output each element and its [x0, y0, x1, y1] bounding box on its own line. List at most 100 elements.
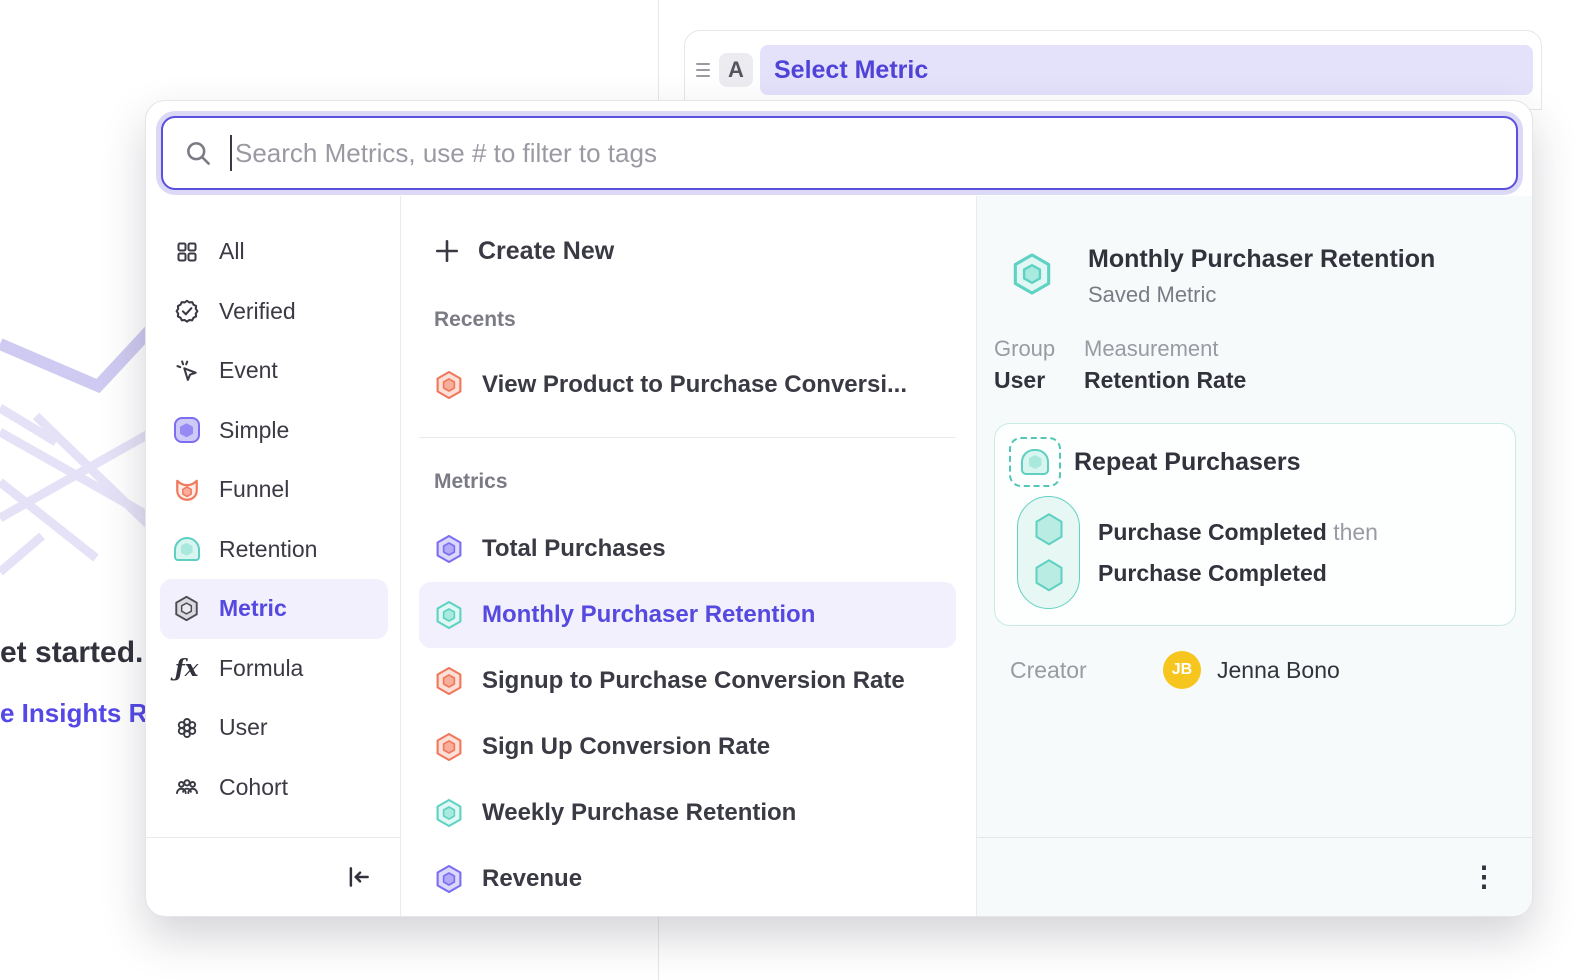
metric-item-monthly-purchaser-retention[interactable]: Monthly Purchaser Retention: [419, 582, 956, 648]
steps-capsule: [1017, 496, 1080, 609]
detail-footer: ⋮: [977, 837, 1532, 916]
detail-header: Monthly Purchaser Retention Saved Metric: [994, 244, 1516, 308]
metric-item-revenue[interactable]: Revenue: [419, 846, 956, 912]
sidebar-item-cohort[interactable]: Cohort: [160, 758, 388, 818]
sidebar-item-label: All: [219, 238, 245, 265]
cohort-people-icon: [173, 774, 200, 801]
metric-detail-panel: Monthly Purchaser Retention Saved Metric…: [977, 196, 1532, 916]
create-new-button[interactable]: Create New: [419, 222, 956, 280]
definition-step-1: Purchase Completed then: [1098, 512, 1378, 553]
retention-hexagon-icon: [1010, 250, 1054, 298]
metric-item-label: Signup to Purchase Conversion Rate: [482, 667, 905, 695]
text-caret: [230, 135, 232, 171]
metric-item-sign-up-conversion[interactable]: Sign Up Conversion Rate: [419, 714, 956, 780]
group-value: User: [994, 364, 1084, 394]
modal-body: All Verified: [146, 196, 1532, 916]
retention-arch-icon: [173, 536, 200, 563]
event-hexagon-icon: [434, 534, 464, 564]
select-metric-row: A Select Metric: [684, 30, 1542, 110]
metric-definition-card: Repeat Purchasers Purchase Comp: [994, 423, 1516, 626]
sidebar-item-funnel[interactable]: Funnel: [160, 460, 388, 520]
formula-fx-icon: ƒx: [173, 655, 200, 682]
sidebar-item-label: Event: [219, 357, 278, 384]
measurement-label: Measurement: [1084, 336, 1246, 364]
funnel-hexagon-icon: [434, 732, 464, 762]
collapse-left-icon[interactable]: [346, 864, 372, 890]
metric-item-label: Sign Up Conversion Rate: [482, 733, 770, 761]
select-metric-button[interactable]: Select Metric: [760, 45, 1533, 95]
creator-name: Jenna Bono: [1217, 657, 1340, 684]
sidebar-item-simple[interactable]: Simple: [160, 401, 388, 461]
group-label: Group: [994, 336, 1084, 364]
simple-metric-icon: [173, 417, 200, 444]
sidebar-item-event[interactable]: Event: [160, 341, 388, 401]
metric-item-label: Weekly Purchase Retention: [482, 799, 796, 827]
sidebar-item-all[interactable]: All: [160, 222, 388, 282]
sidebar-item-metric[interactable]: Metric: [160, 579, 388, 639]
sidebar-item-verified[interactable]: Verified: [160, 282, 388, 342]
metric-picker-modal: All Verified: [145, 100, 1533, 917]
insights-report-link[interactable]: e Insights Re: [0, 698, 162, 729]
metric-list-column: Create New Recents View Product to Purch…: [401, 196, 977, 916]
filter-sidebar: All Verified: [146, 196, 401, 916]
retention-hexagon-icon: [434, 600, 464, 630]
metric-item-total-purchases[interactable]: Total Purchases: [419, 516, 956, 582]
create-new-label: Create New: [478, 237, 614, 266]
sidebar-item-label: Simple: [219, 417, 289, 444]
metric-item-label: Revenue: [482, 865, 582, 893]
detail-title: Monthly Purchaser Retention: [1088, 244, 1435, 274]
recent-item[interactable]: View Product to Purchase Conversi...: [419, 352, 956, 418]
event-hexagon-icon: [434, 864, 464, 894]
detail-content: Monthly Purchaser Retention Saved Metric…: [977, 196, 1532, 690]
definition-header: Repeat Purchasers: [1009, 437, 1501, 487]
metric-item-signup-to-purchase[interactable]: Signup to Purchase Conversion Rate: [419, 648, 956, 714]
recents-section-label: Recents: [419, 306, 956, 334]
series-letter-badge: A: [719, 53, 753, 87]
definition-name: Repeat Purchasers: [1074, 448, 1301, 477]
detail-subtitle: Saved Metric: [1088, 282, 1435, 308]
funnel-hexagon-icon: [434, 370, 464, 400]
sidebar-item-label: Metric: [219, 595, 287, 622]
search-bar[interactable]: [161, 116, 1518, 190]
get-started-text: et started.: [0, 636, 143, 670]
sidebar-footer: [146, 837, 400, 916]
sidebar-item-label: Funnel: [219, 476, 289, 503]
definition-step-2: Purchase Completed: [1098, 553, 1378, 594]
retention-definition-icon: [1009, 437, 1061, 487]
recent-item-label: View Product to Purchase Conversi...: [482, 371, 907, 399]
list-divider: [419, 437, 956, 438]
sidebar-item-retention[interactable]: Retention: [160, 520, 388, 580]
search-icon: [185, 140, 212, 167]
user-cluster-icon: [173, 714, 200, 741]
creator-label: Creator: [1010, 657, 1163, 684]
definition-steps: Purchase Completed then Purchase Complet…: [1009, 496, 1501, 609]
sidebar-item-label: Verified: [219, 298, 296, 325]
more-options-kebab-icon[interactable]: ⋮: [1470, 863, 1498, 891]
grid-icon: [173, 238, 200, 265]
sidebar-item-formula[interactable]: ƒx Formula: [160, 639, 388, 699]
drag-handle-icon[interactable]: [691, 63, 715, 77]
funnel-icon: [173, 476, 200, 503]
metric-item-label: Monthly Purchaser Retention: [482, 601, 815, 629]
hexagon-metric-icon: [173, 595, 200, 622]
metrics-section-label: Metrics: [419, 468, 956, 496]
background-line-illustration: [0, 320, 152, 610]
metric-item-weekly-purchase-retention[interactable]: Weekly Purchase Retention: [419, 780, 956, 846]
sidebar-item-label: User: [219, 714, 268, 741]
search-input[interactable]: [235, 138, 1494, 169]
step-connector: then: [1333, 519, 1378, 545]
sidebar-item-user[interactable]: User: [160, 698, 388, 758]
verified-badge-icon: [173, 298, 200, 325]
creator-row: Creator JB Jenna Bono: [994, 650, 1516, 690]
step-hexagon-icon: [1034, 559, 1064, 592]
retention-hexagon-icon: [434, 798, 464, 828]
detail-meta: Group User Measurement Retention Rate: [994, 336, 1516, 394]
measurement-value: Retention Rate: [1084, 364, 1246, 394]
plus-icon: [434, 238, 460, 264]
metric-item-label: Total Purchases: [482, 535, 666, 563]
creator-avatar: JB: [1163, 651, 1201, 689]
sidebar-item-label: Cohort: [219, 774, 288, 801]
cursor-click-icon: [173, 357, 200, 384]
sidebar-item-label: Retention: [219, 536, 317, 563]
filter-list: All Verified: [146, 196, 400, 817]
